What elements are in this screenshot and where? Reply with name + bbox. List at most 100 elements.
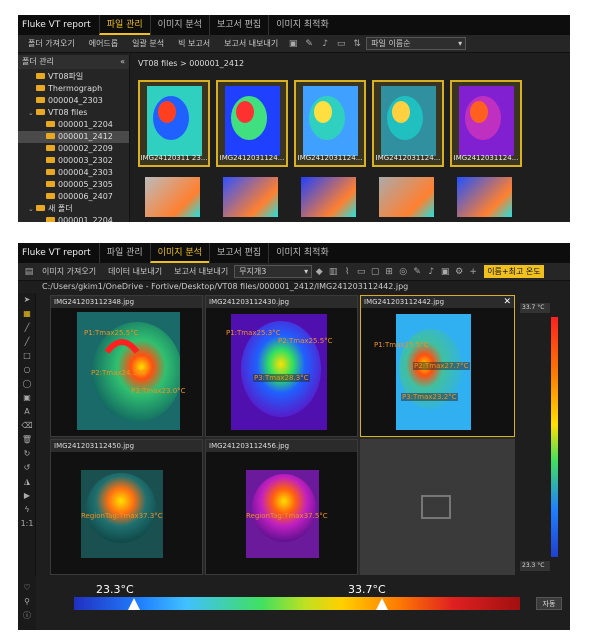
sidebar-item-folder[interactable]: ⌄ 새 폴더	[18, 203, 129, 215]
image-thumbnail[interactable]	[223, 177, 278, 217]
sidebar-item-folder[interactable]: 000004_2303	[18, 95, 129, 107]
auto-button[interactable]: 자동	[536, 597, 562, 610]
info-icon[interactable]: ⓘ	[18, 609, 36, 623]
tab-image-optimize[interactable]: 이미지 최적화	[268, 243, 336, 263]
heart-icon[interactable]: ♡	[18, 581, 36, 595]
marker-label: P1:Tmax25.5°C	[84, 329, 139, 337]
folder-icon	[36, 72, 45, 79]
tab-report-edit[interactable]: 보고서 편집	[208, 15, 268, 35]
import-image-button[interactable]: 이미지 가져오기	[36, 266, 102, 277]
collapse-icon[interactable]: «	[120, 55, 125, 69]
view-toggle-icon[interactable]: ▣	[286, 39, 300, 49]
save-icon[interactable]: ▤	[22, 267, 36, 277]
image-thumbnail[interactable]: IMG24120311 23...	[138, 80, 210, 167]
palette-icon[interactable]: ◆	[312, 267, 326, 277]
sidebar-item-folder[interactable]: 000005_2305	[18, 179, 129, 191]
image-thumbnail[interactable]	[457, 177, 512, 217]
screen-icon[interactable]: ▢	[368, 267, 382, 277]
rectangle-icon[interactable]: □	[18, 349, 36, 363]
flash-icon[interactable]: ϟ	[18, 503, 36, 517]
image-cell[interactable]: IMG241203112456.jpg RegionTag:Tmax37.5°C	[205, 439, 358, 575]
sidebar-item-folder[interactable]: ⌄ VT08 files	[18, 107, 129, 119]
rotate-icon[interactable]: ↺	[18, 461, 36, 475]
circle-icon[interactable]: ○	[18, 363, 36, 377]
line-icon[interactable]: ╱	[18, 335, 36, 349]
sidebar-item-folder[interactable]: 000006_2407	[18, 191, 129, 203]
flip-icon[interactable]: ◮	[18, 475, 36, 489]
image-thumbnail[interactable]: IMG2412031124...	[450, 80, 522, 167]
palette-select[interactable]: 무지개3 ▾	[234, 265, 313, 278]
sidebar-item-folder[interactable]: 000001_2204	[18, 215, 129, 222]
image-thumbnail[interactable]: IMG2412031124...	[216, 80, 288, 167]
pin-icon[interactable]: ⚲	[18, 595, 36, 609]
sidebar-item-folder[interactable]: 000002_2209	[18, 143, 129, 155]
ellipse-icon[interactable]: ◯	[18, 377, 36, 391]
rotate-icon[interactable]: ↻	[18, 447, 36, 461]
export-report-button[interactable]: 보고서 내보내기	[218, 38, 284, 49]
filter-label[interactable]: 이름+최고 온도	[484, 265, 544, 278]
chevron-down-icon[interactable]: ⌄	[28, 107, 36, 119]
airdrop-button[interactable]: 에어드롭	[83, 38, 124, 49]
edit-icon[interactable]: ✎	[302, 39, 316, 49]
tab-file-management[interactable]: 파일 관리	[98, 15, 150, 35]
tab-image-analysis[interactable]: 이미지 분석	[149, 15, 209, 35]
chevron-down-icon[interactable]: ⌄	[28, 203, 36, 215]
sidebar-item-folder[interactable]: 000001_2412	[18, 131, 129, 143]
thumbnail-caption: IMG2412031124...	[297, 154, 363, 162]
sidebar-item-folder[interactable]: VT08파일	[18, 71, 129, 83]
sort-select[interactable]: 파일 이름순 ▾	[366, 37, 467, 50]
sidebar-item-folder[interactable]: 000001_2204	[18, 119, 129, 131]
crop-icon[interactable]: ⊞	[382, 267, 396, 277]
image-cell[interactable]: IMG241203112348.jpg P1:Tmax25.5°C P2:Tma…	[50, 295, 203, 437]
sort-icon[interactable]: ⇅	[350, 39, 364, 49]
graph-icon[interactable]: ⌇	[340, 267, 354, 277]
image-cell[interactable]: IMG241203112430.jpg P1:Tmax25.3°C P2:Tma…	[205, 295, 358, 437]
settings-icon[interactable]: ⚙	[452, 267, 466, 277]
chevron-down-icon: ▾	[458, 39, 463, 48]
select-icon[interactable]: ➤	[18, 293, 36, 307]
histogram-icon[interactable]: ▥	[326, 267, 340, 277]
image-thumbnail[interactable]	[379, 177, 434, 217]
max-slider-handle[interactable]	[376, 598, 388, 610]
scale-min[interactable]: 23.3 °C	[520, 561, 550, 571]
sidebar-item-folder[interactable]: 000003_2302	[18, 155, 129, 167]
microphone-icon[interactable]: ♪	[424, 267, 438, 277]
comment-icon[interactable]: ▭	[354, 267, 368, 277]
tab-report-edit[interactable]: 보고서 편집	[208, 243, 268, 263]
target-icon[interactable]: ◎	[396, 267, 410, 277]
close-icon[interactable]: ✕	[503, 296, 511, 308]
tab-image-analysis[interactable]: 이미지 분석	[149, 243, 209, 263]
eraser-icon[interactable]: ⌫	[18, 419, 36, 433]
sidebar-item-folder[interactable]: Thermograph	[18, 83, 129, 95]
image-thumbnail[interactable]: IMG2412031124...	[372, 80, 444, 167]
sidebar-title: 폴더 관리	[22, 57, 54, 66]
text-icon[interactable]: A	[18, 405, 36, 419]
add-icon[interactable]: +	[466, 267, 480, 277]
edit-icon[interactable]: ✎	[410, 267, 424, 277]
image-thumbnail[interactable]	[145, 177, 200, 217]
play-icon[interactable]: ▶	[18, 489, 36, 503]
grid-icon[interactable]: ▦	[18, 307, 36, 321]
region-icon[interactable]: ▣	[18, 391, 36, 405]
tab-image-optimize[interactable]: 이미지 최적화	[268, 15, 336, 35]
sidebar-item-folder[interactable]: 000004_2303	[18, 167, 129, 179]
tab-file-management[interactable]: 파일 관리	[98, 243, 150, 263]
image-cell[interactable]: IMG241203112450.jpg RegionTag:Tmax37.3°C	[50, 439, 203, 575]
export-data-button[interactable]: 데이터 내보내기	[102, 266, 168, 277]
comment-icon[interactable]: ▭	[334, 39, 348, 49]
empty-cell[interactable]	[360, 439, 515, 575]
image-icon[interactable]: ▣	[438, 267, 452, 277]
import-folder-button[interactable]: 폴더 가져오기	[22, 38, 81, 49]
image-cell-active[interactable]: IMG241203112442.jpg ✕ P1:Tmax25.5°C P2:Tm…	[360, 295, 515, 437]
image-thumbnail[interactable]: IMG2412031124...	[294, 80, 366, 167]
zoom-level[interactable]: 1:1	[18, 517, 36, 531]
scale-max[interactable]: 33.7 °C	[520, 303, 550, 313]
export-report-button[interactable]: 보고서 내보내기	[168, 266, 234, 277]
trash-icon[interactable]: 🗑	[18, 433, 36, 447]
line-icon[interactable]: ╱	[18, 321, 36, 335]
batch-analysis-button[interactable]: 일괄 분석	[126, 38, 170, 49]
min-slider-handle[interactable]	[128, 598, 140, 610]
microphone-icon[interactable]: ♪	[318, 39, 332, 49]
quick-report-button[interactable]: 빅 보고서	[172, 38, 216, 49]
image-thumbnail[interactable]	[301, 177, 356, 217]
